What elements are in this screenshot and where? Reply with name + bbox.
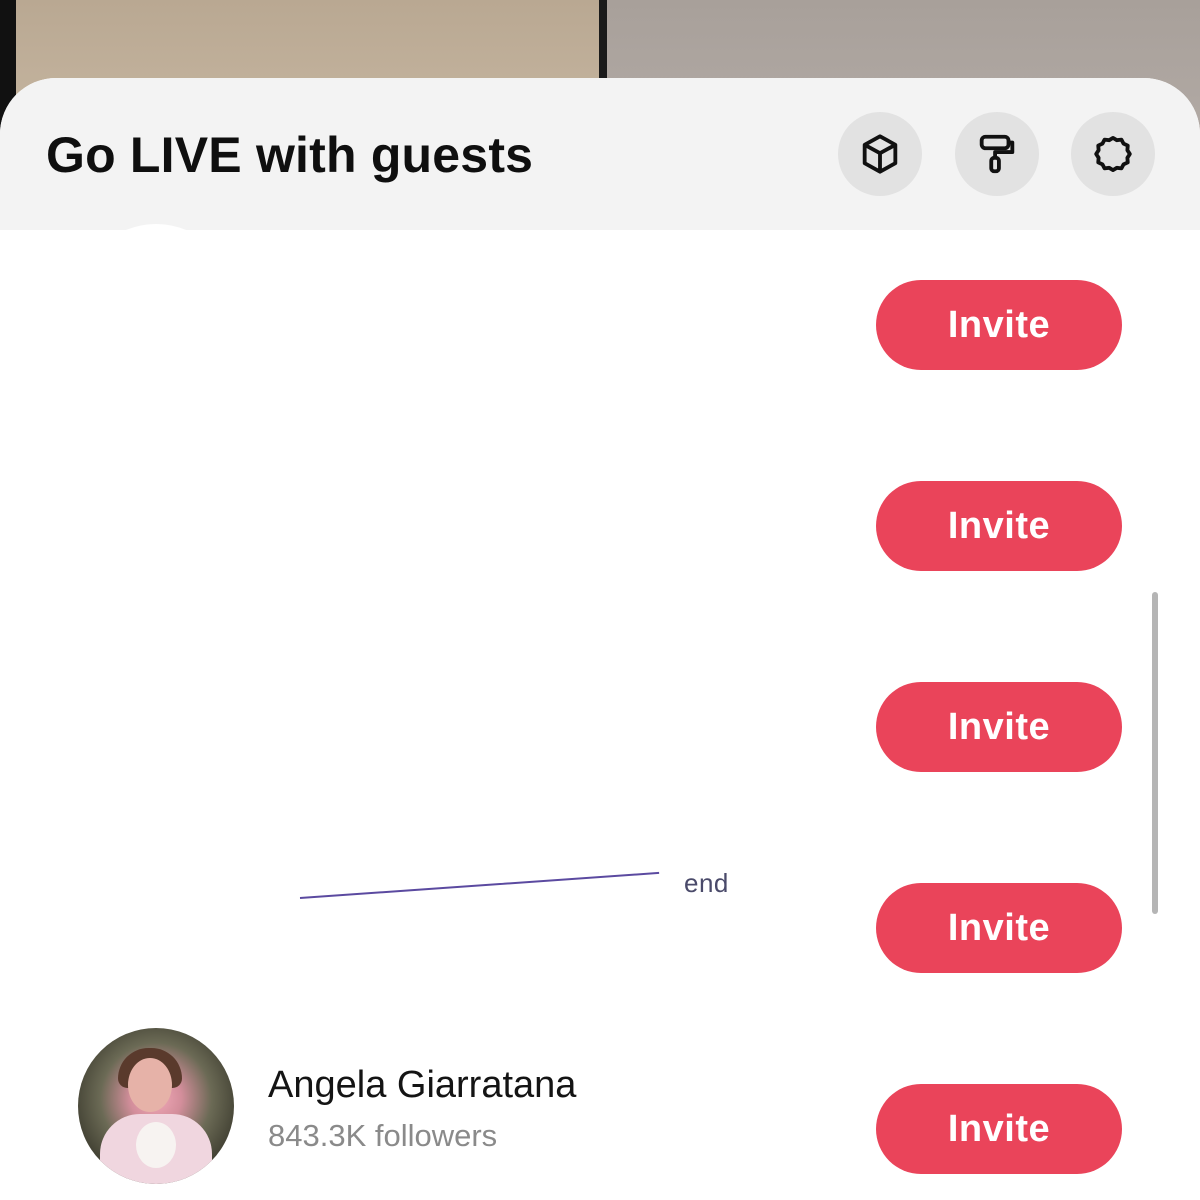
avatar-face [128,1058,172,1112]
settings-icon [1094,135,1132,173]
invite-button[interactable]: Invite [876,481,1122,571]
avatar [78,827,234,983]
invite-button[interactable]: Invite [876,280,1122,370]
sheet-title: Go LIVE with guests [46,127,534,183]
invite-button[interactable]: Invite [876,883,1122,973]
settings-button[interactable] [1071,112,1155,196]
avatar [78,425,234,581]
guest-row: Invite [0,391,1160,591]
guests-bottom-sheet: Go LIVE with guests Invite Invite Invite… [0,78,1200,1200]
guest-list: Invite Invite Invite end Invite Angela G… [0,224,1200,1200]
invite-button[interactable]: Invite [876,682,1122,772]
avatar-plush-toy [136,1122,176,1168]
guest-row: end Invite [0,793,1160,993]
guest-row: Invite [0,190,1160,390]
paint-roller-icon [979,134,1015,174]
guest-followers: 843.3K followers [268,1118,498,1153]
invite-button[interactable]: Invite [876,1084,1122,1174]
effects-button[interactable] [838,112,922,196]
beauty-button[interactable] [955,112,1039,196]
scrollbar[interactable] [1152,592,1158,914]
guest-name: Angela Giarratana [268,1064,577,1106]
avatar [78,626,234,782]
cube-icon [862,134,898,174]
avatar [78,1028,234,1184]
avatar [78,224,234,380]
redaction-stroke [299,871,660,899]
guest-name-fragment: end [684,868,729,898]
guest-row: Invite [0,592,1160,792]
guest-row: Angela Giarratana 843.3K followers Invit… [0,994,1160,1194]
